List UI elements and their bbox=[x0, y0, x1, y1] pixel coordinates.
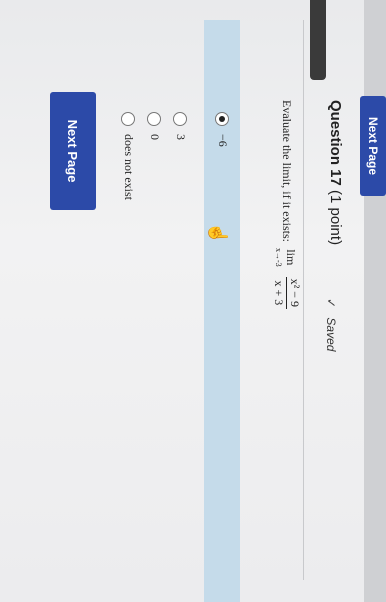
scrollbar-thumb[interactable] bbox=[310, 0, 326, 80]
lim-word: lim bbox=[284, 249, 299, 266]
question-title: Question 17 (1 point) bbox=[327, 100, 344, 245]
radio-selected[interactable] bbox=[215, 112, 230, 126]
question-points: (1 point) bbox=[327, 190, 344, 246]
choice-label: 0 bbox=[148, 134, 162, 140]
choice-1[interactable]: −6 bbox=[215, 112, 230, 147]
choice-label: does not exist bbox=[122, 134, 136, 200]
choice-label: −6 bbox=[216, 134, 230, 147]
choice-2[interactable]: 3 bbox=[173, 112, 188, 140]
limit-expression: lim x→-3 bbox=[275, 248, 299, 267]
radio-unselected[interactable] bbox=[173, 112, 188, 126]
lim-subscript: x→-3 bbox=[274, 247, 284, 267]
question-prompt: Evaluate the limit, if it exists: lim x→… bbox=[271, 100, 302, 310]
choice-label: 3 bbox=[174, 134, 188, 140]
saved-status: ✓ Saved bbox=[324, 298, 338, 351]
saved-label: Saved bbox=[324, 317, 338, 352]
check-icon: ✓ bbox=[324, 298, 338, 309]
numerator: x² − 9 bbox=[286, 276, 302, 310]
choice-3[interactable]: 0 bbox=[147, 112, 162, 140]
selected-choice-highlight bbox=[204, 20, 240, 602]
divider bbox=[303, 20, 304, 580]
denominator: x + 3 bbox=[272, 280, 286, 306]
radio-unselected[interactable] bbox=[147, 112, 162, 126]
radio-unselected[interactable] bbox=[121, 112, 136, 126]
prompt-text: Evaluate the limit, if it exists: bbox=[280, 100, 294, 242]
fraction: x² − 9 x + 3 bbox=[271, 276, 302, 310]
next-page-button[interactable]: Next Page bbox=[50, 92, 96, 210]
question-number: Question 17 bbox=[327, 100, 344, 186]
quiz-page: Next Page Question 17 (1 point) ✓ Saved … bbox=[0, 0, 386, 602]
choice-4[interactable]: does not exist bbox=[121, 112, 136, 200]
next-page-button-top[interactable]: Next Page bbox=[360, 96, 386, 196]
hand-cursor-icon: ☝ bbox=[208, 222, 228, 245]
top-strip bbox=[364, 0, 386, 602]
